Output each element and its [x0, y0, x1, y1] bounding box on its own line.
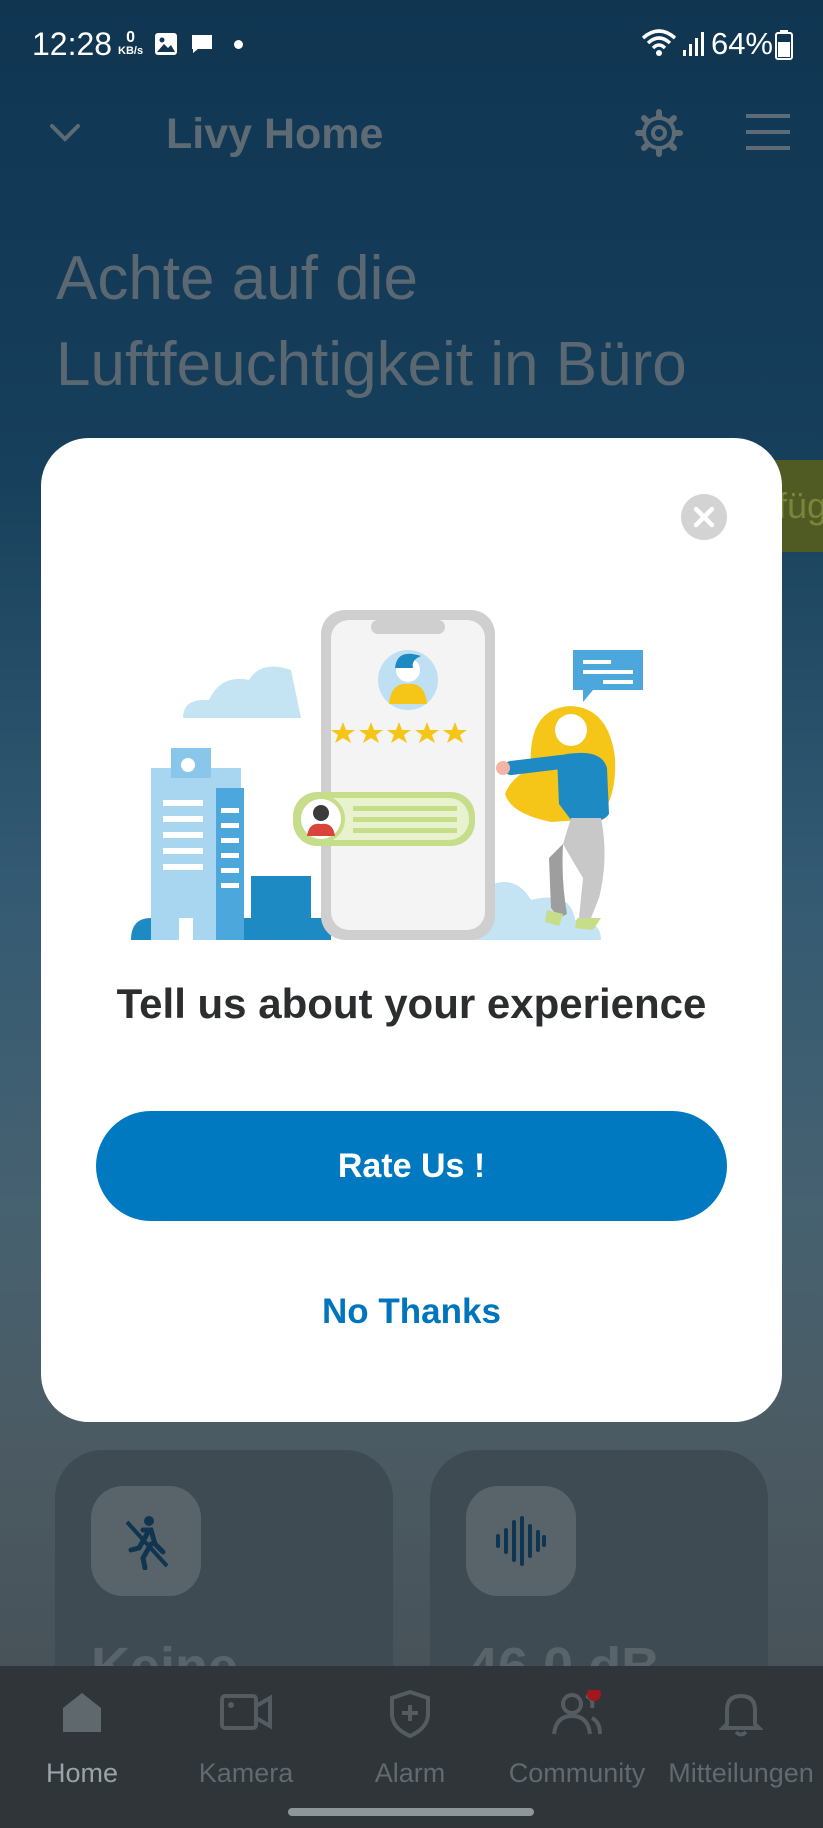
rate-us-button[interactable]: Rate Us ! — [96, 1111, 727, 1221]
message-icon — [192, 35, 212, 53]
close-icon — [693, 506, 715, 528]
sound-icon-bubble — [466, 1486, 576, 1596]
no-thanks-button[interactable]: No Thanks — [41, 1292, 782, 1332]
home-indicator[interactable] — [288, 1808, 534, 1816]
signal-icon — [683, 32, 704, 56]
sound-wave-icon — [496, 1516, 546, 1566]
notification-dot — [234, 40, 243, 49]
nav-alarm[interactable]: Alarm — [328, 1666, 492, 1796]
nav-community[interactable]: Community — [495, 1666, 659, 1796]
rating-illustration — [131, 610, 643, 940]
home-icon — [63, 1693, 101, 1732]
bell-icon — [719, 1693, 763, 1737]
app-bar: Livy Home — [0, 92, 823, 172]
rating-dialog: Tell us about your experience Rate Us ! … — [41, 438, 782, 1422]
motion-icon-bubble — [91, 1486, 201, 1596]
battery-percent: 64% — [710, 26, 773, 61]
wifi-icon — [641, 29, 677, 56]
status-bar: 12:28 0 KB/s 64% — [0, 0, 823, 92]
nav-home[interactable]: Home — [0, 1666, 164, 1796]
close-button[interactable] — [681, 494, 727, 540]
battery-icon — [775, 30, 793, 60]
gear-icon[interactable] — [634, 108, 684, 158]
chevron-down-icon[interactable] — [48, 122, 82, 144]
page-headline: Achte auf die Luftfeuchtigkeit in Büro — [56, 244, 687, 399]
bottom-navigation: Home Kamera Alarm Community Mitteilungen — [0, 1666, 823, 1828]
app-title: Livy Home — [166, 110, 384, 158]
no-motion-icon — [125, 1516, 169, 1570]
shield-icon — [390, 1690, 430, 1738]
dialog-title: Tell us about your experience — [116, 980, 707, 1027]
gallery-icon — [155, 33, 177, 55]
nav-mitteilungen[interactable]: Mitteilungen — [659, 1666, 823, 1796]
community-icon — [552, 1690, 602, 1735]
status-time: 12:28 — [32, 26, 113, 62]
nav-kamera[interactable]: Kamera — [164, 1666, 328, 1796]
camera-icon — [220, 1694, 272, 1730]
network-speed: 0 KB/s — [118, 29, 144, 57]
menu-icon[interactable] — [746, 112, 790, 152]
